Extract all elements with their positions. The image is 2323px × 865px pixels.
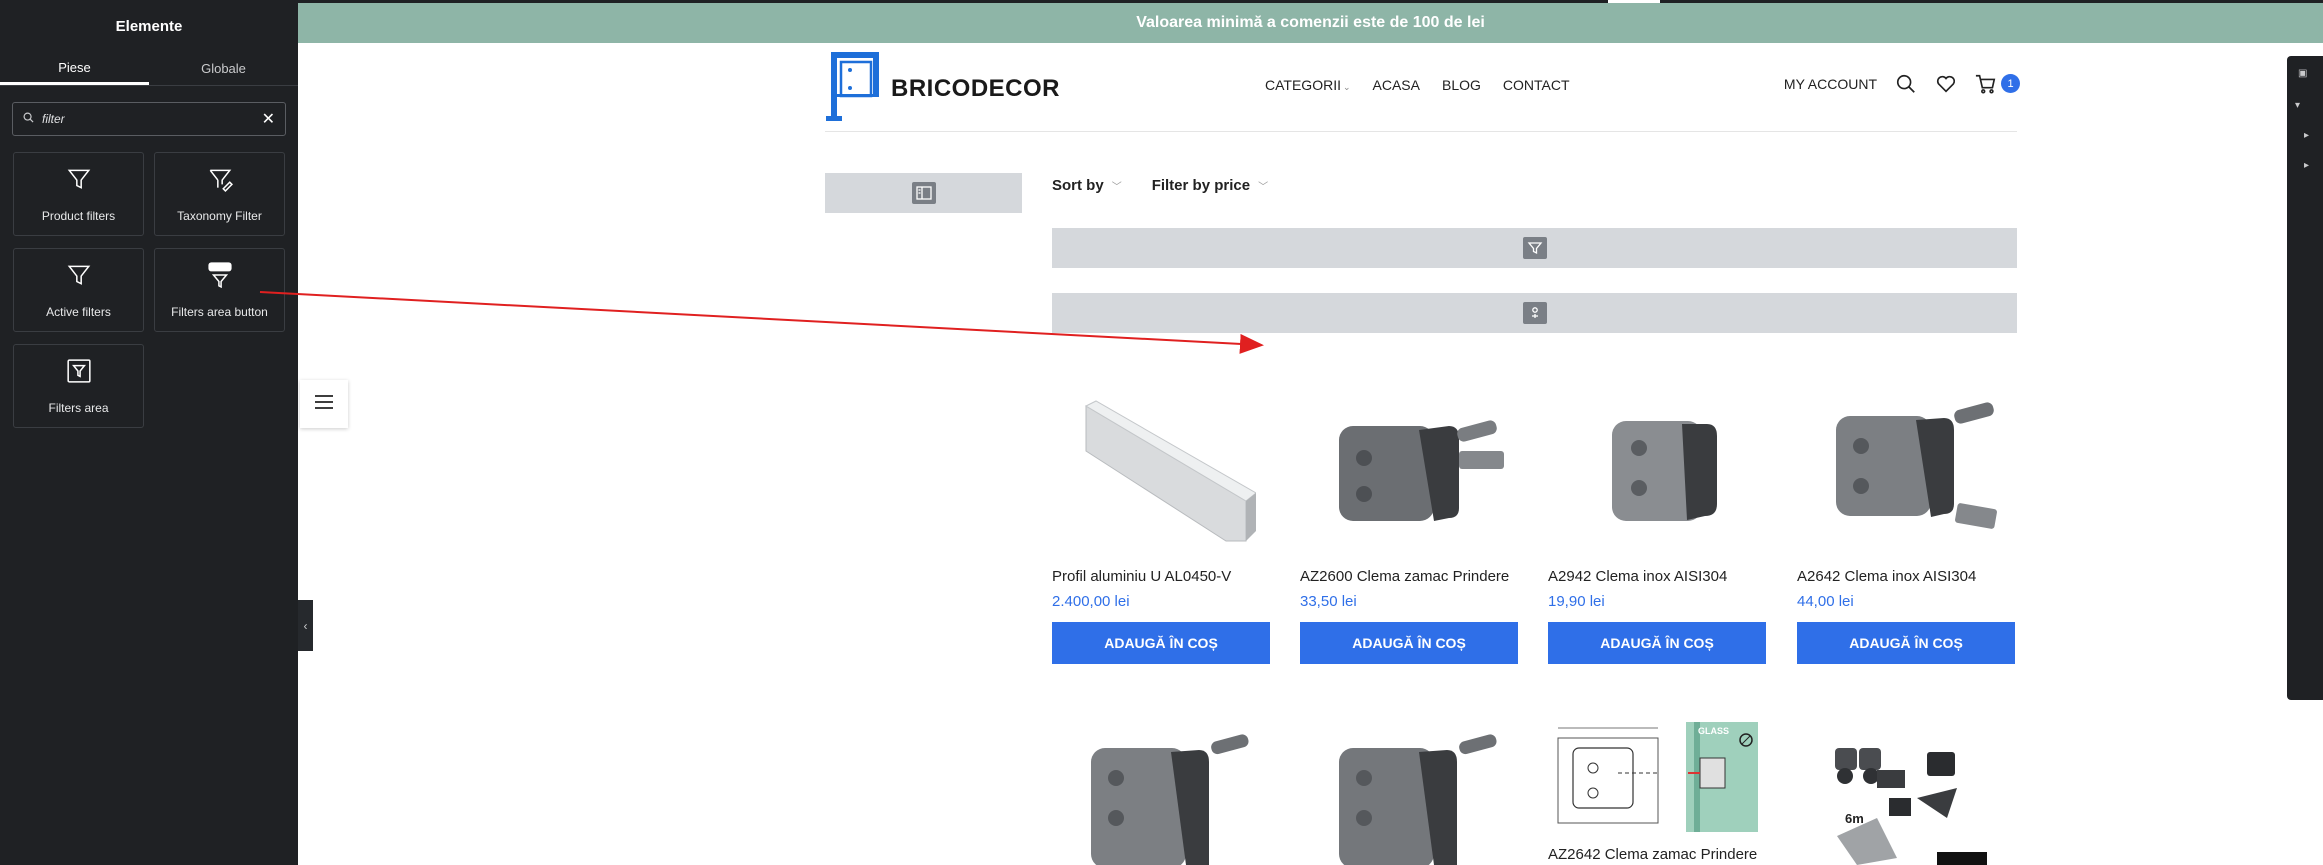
chevron-down-icon: ⌄	[1342, 82, 1351, 92]
main-nav: CATEGORII ⌄ ACASA BLOG CONTACT	[1265, 77, 1570, 93]
caret-right-icon[interactable]: ▸	[2304, 160, 2309, 171]
filter-area-icon	[66, 358, 92, 389]
navigator-toggle-icon[interactable]: ▣	[2298, 68, 2307, 79]
collapse-panel-button[interactable]: ‹	[298, 600, 313, 651]
widget-taxonomy-filter[interactable]: Taxonomy Filter	[154, 152, 285, 236]
widget-filters-area-button[interactable]: Filters area button	[154, 248, 285, 332]
nav-acasa[interactable]: ACASA	[1373, 77, 1420, 93]
product-title[interactable]: Profil aluminiu U AL0450-V	[1052, 568, 1270, 585]
product-price: 44,00 lei	[1797, 593, 1854, 610]
announcement-text: Valoarea minimă a comenzii este de 100 d…	[1136, 14, 1485, 31]
kit-length-label: 6m	[1845, 811, 1864, 826]
product-price: 2.400,00 lei	[1052, 593, 1130, 610]
product-image[interactable]	[1797, 373, 2015, 558]
cart-count-badge: 1	[2001, 74, 2020, 93]
product-image[interactable]: 6m	[1797, 718, 2015, 865]
panel-tabs: Piese Globale	[0, 52, 298, 86]
product-card[interactable]: 6m	[1797, 718, 2015, 865]
widget-label: Filters area	[48, 400, 109, 415]
site-logo[interactable]: BRICODECOR	[825, 50, 1060, 127]
product-image[interactable]	[1052, 718, 1270, 865]
nav-label: CATEGORII	[1265, 77, 1341, 93]
product-title[interactable]: A2642 Clema inox AISI304	[1797, 568, 2015, 585]
add-to-cart-button[interactable]: ADAUGĂ ÎN COȘ	[1548, 622, 1766, 664]
product-title[interactable]: AZ2600 Clema zamac Prindere	[1300, 568, 1518, 585]
widget-label: Taxonomy Filter	[177, 208, 262, 223]
hamburger-menu-button[interactable]	[300, 380, 348, 428]
announcement-bar: Valoarea minimă a comenzii este de 100 d…	[298, 3, 2323, 43]
product-card[interactable]	[1052, 718, 1270, 865]
nav-categorii[interactable]: CATEGORII ⌄	[1265, 77, 1351, 93]
search-icon[interactable]	[1895, 73, 1917, 95]
add-to-cart-button[interactable]: ADAUGĂ ÎN COȘ	[1300, 622, 1518, 664]
caret-right-icon[interactable]: ▸	[2304, 130, 2309, 141]
filter-icon	[1522, 237, 1547, 259]
products-grid-icon	[1522, 302, 1547, 324]
nav-blog[interactable]: BLOG	[1442, 77, 1481, 93]
widget-filters-area[interactable]: Filters area	[13, 344, 144, 428]
product-card[interactable]: A2642 Clema inox AISI304 44,00 lei ADAUG…	[1797, 373, 2015, 664]
widget-label: Active filters	[46, 304, 111, 319]
tab-piese[interactable]: Piese	[0, 52, 149, 85]
clear-search-icon[interactable]: ✕	[262, 109, 275, 129]
logo-mark-icon	[825, 50, 883, 127]
filter-icon	[66, 262, 92, 293]
wishlist-heart-icon[interactable]	[1935, 73, 1957, 95]
glass-label: GLASS	[1698, 726, 1729, 736]
site-header: BRICODECOR CATEGORII ⌄ ACASA BLOG CONTACT…	[825, 44, 2020, 132]
sort-by-dropdown[interactable]: Sort by ﹀	[1052, 177, 1122, 194]
product-title[interactable]: A2942 Clema inox AISI304	[1548, 568, 1766, 585]
product-image[interactable]	[1548, 373, 1766, 558]
product-card[interactable]	[1300, 718, 1518, 865]
filter-by-price-dropdown[interactable]: Filter by price ﹀	[1152, 177, 1268, 194]
chevron-down-icon: ﹀	[1258, 182, 1269, 193]
widget-active-filters[interactable]: Active filters	[13, 248, 144, 332]
add-to-cart-button[interactable]: ADAUGĂ ÎN COȘ	[1797, 622, 2015, 664]
add-to-cart-button[interactable]: ADAUGĂ ÎN COȘ	[1052, 622, 1270, 664]
search-input[interactable]	[42, 112, 262, 126]
sort-by-label: Sort by	[1052, 177, 1104, 194]
widget-search: ✕	[12, 102, 286, 136]
product-card[interactable]: AZ2600 Clema zamac Prindere 33,50 lei AD…	[1300, 373, 1518, 664]
filter-edit-icon	[207, 166, 233, 197]
product-image[interactable]: GLASS	[1548, 718, 1766, 836]
sidebar-icon	[911, 182, 936, 204]
filters-widget-placeholder[interactable]	[1052, 228, 2017, 268]
navigator-panel: ▣ ▾ ▸ ▸	[2287, 56, 2323, 700]
sidebar-widget-placeholder[interactable]	[825, 173, 1022, 213]
products-widget-placeholder[interactable]	[1052, 293, 2017, 333]
menu-icon	[314, 394, 334, 415]
widget-label: Filters area button	[171, 304, 268, 319]
my-account-link[interactable]: MY ACCOUNT	[1784, 76, 1877, 92]
header-actions: MY ACCOUNT 1	[1784, 73, 2020, 95]
widget-grid: Product filters Taxonomy Filter Active f…	[13, 152, 286, 428]
nav-contact[interactable]: CONTACT	[1503, 77, 1570, 93]
product-card[interactable]: A2942 Clema inox AISI304 19,90 lei ADAUG…	[1548, 373, 1766, 664]
product-price: 19,90 lei	[1548, 593, 1605, 610]
product-image[interactable]	[1300, 718, 1518, 865]
widget-product-filters[interactable]: Product filters	[13, 152, 144, 236]
widget-label: Product filters	[41, 208, 116, 223]
brand-name: BRICODECOR	[891, 74, 1061, 102]
tab-globale[interactable]: Globale	[149, 52, 298, 85]
product-image[interactable]	[1052, 373, 1270, 558]
search-icon	[23, 110, 34, 128]
product-card[interactable]: GLASS AZ2642 Clema zamac Prindere	[1548, 718, 1766, 863]
product-title[interactable]: AZ2642 Clema zamac Prindere	[1548, 846, 1766, 863]
product-card[interactable]: Profil aluminiu U AL0450-V 2.400,00 lei …	[1052, 373, 1270, 664]
shop-sort-controls: Sort by ﹀ Filter by price ﹀	[1052, 177, 1268, 194]
caret-down-icon[interactable]: ▾	[2295, 100, 2300, 111]
panel-title: Elemente	[115, 17, 183, 35]
filter-by-price-label: Filter by price	[1151, 177, 1251, 194]
cart-icon[interactable]: 1	[1975, 73, 2020, 95]
editor-panel: Elemente Piese Globale ✕ Product filters…	[0, 0, 298, 865]
product-price: 33,50 lei	[1300, 593, 1357, 610]
filter-button-icon	[207, 261, 233, 293]
product-image[interactable]	[1300, 373, 1518, 558]
chevron-down-icon: ﹀	[1111, 182, 1122, 193]
filter-icon	[66, 166, 92, 197]
